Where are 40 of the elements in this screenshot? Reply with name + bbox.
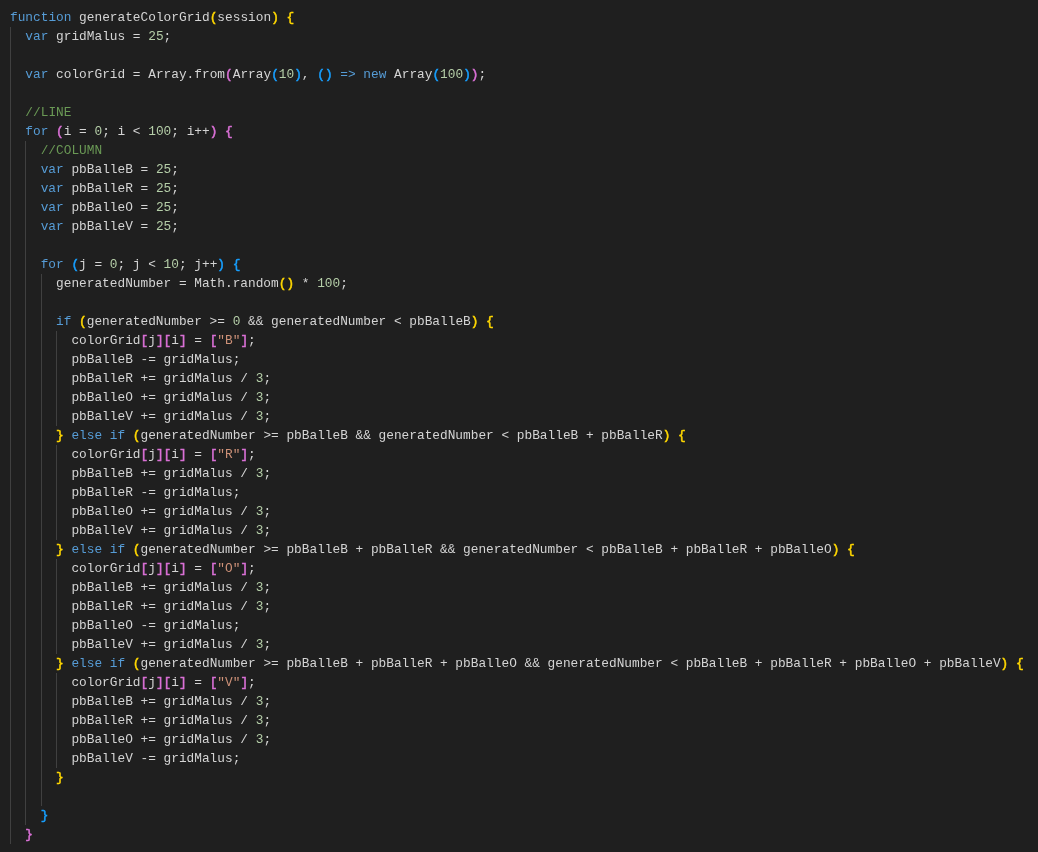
code-line: colorGrid[j][i] = ["V"]; xyxy=(71,674,256,692)
code-line: pbBalleV += gridMalus / 3; xyxy=(71,522,272,540)
code-line: pbBalleB += gridMalus / 3; xyxy=(71,579,272,597)
code-line: pbBalleR += gridMalus / 3; xyxy=(71,598,272,616)
code-line: var pbBalleR = 25; xyxy=(40,180,179,198)
code-line: } else if (generatedNumber >= pbBalleB + pbBalleR && generatedNumber < pbBalleB + pbBalleR + pbBalleO) { xyxy=(56,541,855,559)
code-line: pbBalleB += gridMalus / 3; xyxy=(71,465,272,483)
code-line: for (i = 0; i < 100; i++) { xyxy=(25,123,233,141)
code-line: } xyxy=(25,826,34,844)
code-line: colorGrid[j][i] = ["B"]; xyxy=(71,332,256,350)
code-line: //COLUMN xyxy=(40,142,103,160)
code-line: } xyxy=(56,769,64,787)
code-line: var colorGrid = Array.from(Array(10), () => new Array(100)); xyxy=(25,66,487,84)
code-line: generatedNumber = Math.random() * 100; xyxy=(56,275,348,293)
code-editor[interactable] xyxy=(0,0,1038,852)
code-line: var gridMalus = 25; xyxy=(25,28,172,46)
code-line: pbBalleV += gridMalus / 3; xyxy=(71,636,272,654)
code-line: //LINE xyxy=(25,104,72,122)
code-line: pbBalleR += gridMalus / 3; xyxy=(71,712,272,730)
code-line: pbBalleV += gridMalus / 3; xyxy=(71,408,272,426)
code-line: pbBalleO += gridMalus / 3; xyxy=(71,731,272,749)
code-line: pbBalleO += gridMalus / 3; xyxy=(71,389,272,407)
code-line: for (j = 0; j < 10; j++) { xyxy=(40,256,241,274)
code-line: pbBalleR -= gridMalus; xyxy=(71,484,241,502)
code-line: } else if (generatedNumber >= pbBalleB + pbBalleR + pbBalleO && generatedNumber < pbBalleB + pbBalleR + pbBalleO + pbBalleV) { xyxy=(56,655,1024,673)
code-line: var pbBalleV = 25; xyxy=(40,218,179,236)
code-line: } else if (generatedNumber >= pbBalleB && generatedNumber < pbBalleB + pbBalleR) { xyxy=(56,427,686,445)
code-line: var pbBalleO = 25; xyxy=(40,199,179,217)
code-line: pbBalleR += gridMalus / 3; xyxy=(71,370,272,388)
code-line: if (generatedNumber >= 0 && generatedNumber < pbBalleB) { xyxy=(56,313,494,331)
code-line: pbBalleB += gridMalus / 3; xyxy=(71,693,272,711)
code-line: var pbBalleB = 25; xyxy=(40,161,179,179)
code-line: pbBalleB -= gridMalus; xyxy=(71,351,241,369)
code-line: pbBalleO -= gridMalus; xyxy=(71,617,241,635)
code-line: pbBalleV -= gridMalus; xyxy=(71,750,241,768)
code-line: colorGrid[j][i] = ["R"]; xyxy=(71,446,256,464)
code-line: colorGrid[j][i] = ["O"]; xyxy=(71,560,256,578)
code-line: function generateColorGrid(session) { xyxy=(10,9,295,27)
code-line: } xyxy=(40,807,49,825)
code-line: pbBalleO += gridMalus / 3; xyxy=(71,503,272,521)
